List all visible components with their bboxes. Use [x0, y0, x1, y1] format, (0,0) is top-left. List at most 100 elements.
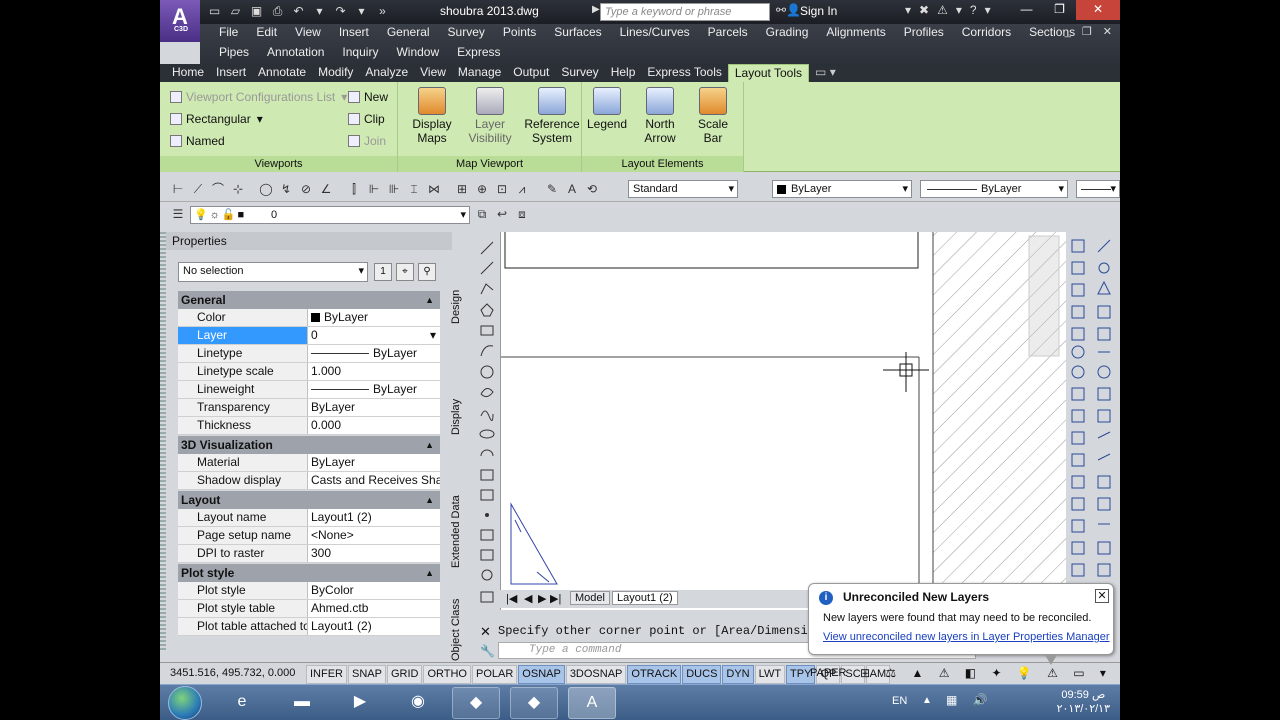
save-icon[interactable]: ▣ [248, 3, 265, 20]
ribbon-options-icon[interactable]: ▭ ▾ [809, 64, 842, 82]
category-general[interactable]: General [178, 291, 440, 309]
minimize-icon[interactable]: — [1010, 0, 1043, 20]
menu-surfaces[interactable]: Surfaces [545, 24, 610, 41]
jogged-icon[interactable]: ↯ [278, 181, 294, 197]
menu-insert[interactable]: Insert [330, 24, 378, 41]
user-icon[interactable]: 👤 [786, 3, 801, 17]
draw-toolbar-icons[interactable] [476, 234, 498, 608]
tab-help[interactable]: Help [605, 64, 642, 82]
status-polar[interactable]: POLAR [472, 665, 518, 684]
tab-model[interactable]: Model [570, 591, 610, 605]
scale-bar-button[interactable]: Scale Bar [688, 87, 738, 145]
property-row[interactable]: Page setup name <None> [178, 527, 440, 545]
property-row[interactable]: DPI to raster 300 [178, 545, 440, 563]
property-row[interactable]: Layer 0 [178, 327, 440, 345]
quick-dim-icon[interactable]: ⫿ [346, 181, 362, 197]
tray-icons[interactable]: ▦ 🔊 [946, 693, 994, 707]
space-icon[interactable]: ⌶ [406, 181, 422, 197]
menu-file[interactable]: File [210, 24, 247, 41]
tab-display[interactable]: Display [450, 372, 468, 462]
baseline-icon[interactable]: ⊩ [366, 181, 382, 197]
tab-layout1[interactable]: Layout1 (2) [612, 591, 678, 605]
tab-survey[interactable]: Survey [555, 64, 604, 82]
continue-icon[interactable]: ⊪ [386, 181, 402, 197]
status-infer[interactable]: INFER [306, 665, 347, 684]
aligned-dim-icon[interactable]: ⟋ [190, 181, 206, 197]
menu-corridors[interactable]: Corridors [953, 24, 1020, 41]
status-ducs[interactable]: DUCS [682, 665, 722, 684]
exchange-icon[interactable]: ✖ [919, 3, 929, 17]
paper-space-toggle[interactable]: PAPER [810, 667, 846, 679]
redo-dropdown-icon[interactable]: ▾ [353, 3, 370, 20]
property-row[interactable]: Linetype ByLayer [178, 345, 440, 363]
radius-icon[interactable]: ◯ [258, 181, 274, 197]
color-select[interactable]: ByLayer [772, 180, 912, 198]
menu-view[interactable]: View [286, 24, 330, 41]
legend-button[interactable]: Legend [582, 87, 632, 131]
property-row[interactable]: Thickness 0.000 [178, 417, 440, 435]
select-objects-icon[interactable]: ⌖ [396, 263, 414, 281]
property-value[interactable]: ByLayer [307, 345, 440, 362]
property-row[interactable]: Layout name Layout1 (2) [178, 509, 440, 527]
property-value[interactable]: ByLayer [307, 381, 440, 398]
help-dropdown-icon[interactable]: ▾ [985, 3, 991, 17]
angular-icon[interactable]: ∠ [318, 181, 334, 197]
break-icon[interactable]: ⋈ [426, 181, 442, 197]
menu-points[interactable]: Points [494, 24, 545, 41]
search-input[interactable]: Type a keyword or phrase [600, 3, 770, 21]
clock[interactable]: 09:59 ص ٢٠١٣/٠٢/١٣ [1057, 688, 1110, 716]
menu-pipes[interactable]: Pipes [210, 44, 258, 61]
center-mark-icon[interactable]: ⊕ [474, 181, 490, 197]
autocad-taskbar-icon-1[interactable]: ◆ [452, 687, 500, 719]
tab-insert[interactable]: Insert [210, 64, 252, 82]
inspect-icon[interactable]: ⊡ [494, 181, 510, 197]
diameter-icon[interactable]: ⊘ [298, 181, 314, 197]
undo-icon[interactable]: ↶ [290, 3, 307, 20]
tab-nav-last-icon[interactable]: ▶| [550, 592, 561, 605]
sign-in-button[interactable]: Sign In [800, 4, 837, 18]
open-icon[interactable]: ▱ [227, 3, 244, 20]
property-row[interactable]: Transparency ByLayer [178, 399, 440, 417]
tab-output[interactable]: Output [507, 64, 555, 82]
ie-icon[interactable]: e [218, 687, 266, 719]
status-ortho[interactable]: ORTHO [423, 665, 471, 684]
sign-in-dropdown-icon[interactable]: ▾ [905, 3, 911, 17]
property-row[interactable]: Lineweight ByLayer [178, 381, 440, 399]
status-3dosnap[interactable]: 3DOSNAP [565, 665, 627, 684]
property-row[interactable]: Material ByLayer [178, 454, 440, 472]
viewport-clip-button[interactable]: Clip [348, 112, 385, 126]
new-icon[interactable]: ▭ [206, 3, 223, 20]
autocad-taskbar-icon-2[interactable]: ◆ [510, 687, 558, 719]
search-expand-icon[interactable]: ▶ [592, 4, 600, 15]
property-value[interactable]: ByColor [307, 582, 440, 599]
menu-parcels[interactable]: Parcels [699, 24, 757, 41]
menu-express[interactable]: Express [448, 44, 509, 61]
menu-survey[interactable]: Survey [439, 24, 494, 41]
tab-view[interactable]: View [414, 64, 452, 82]
property-row[interactable]: Plot style table Ahmed.ctb [178, 600, 440, 618]
modify-toolbar-icons[interactable] [1066, 234, 1120, 580]
property-value[interactable]: ByLayer [307, 309, 440, 326]
binoculars-icon[interactable]: ⚯ [776, 3, 786, 17]
viewport-rectangular-button[interactable]: Rectangular ▾ [170, 112, 263, 126]
layer-previous-icon[interactable]: ↩ [494, 206, 510, 222]
tray-expand-icon[interactable]: ▲ [922, 695, 932, 706]
property-value[interactable]: Casts and Receives Shad... [307, 472, 440, 489]
property-row[interactable]: Color ByLayer [178, 309, 440, 327]
tab-layout-tools[interactable]: Layout Tools [727, 64, 810, 82]
notification-close-icon[interactable]: ✕ [1095, 589, 1109, 603]
display-maps-button[interactable]: Display Maps [404, 87, 460, 145]
close-icon[interactable]: ✕ [1076, 0, 1120, 20]
property-value[interactable]: ByLayer [307, 454, 440, 471]
menu-window[interactable]: Window [387, 44, 448, 61]
tab-extended-data[interactable]: Extended Data [450, 482, 468, 582]
property-row[interactable]: Linetype scale 1.000 [178, 363, 440, 381]
command-close-icon[interactable]: ✕ [480, 624, 491, 640]
menu-lines-curves[interactable]: Lines/Curves [611, 24, 699, 41]
document-window-controls[interactable]: _ ❐ ✕ [1065, 25, 1116, 38]
start-button[interactable] [168, 686, 202, 720]
jogged-linear-icon[interactable]: ⩘ [514, 181, 530, 197]
status-grid[interactable]: GRID [386, 665, 423, 684]
menu-alignments[interactable]: Alignments [817, 24, 894, 41]
layer-state-icon[interactable]: ⧈ [514, 206, 530, 222]
